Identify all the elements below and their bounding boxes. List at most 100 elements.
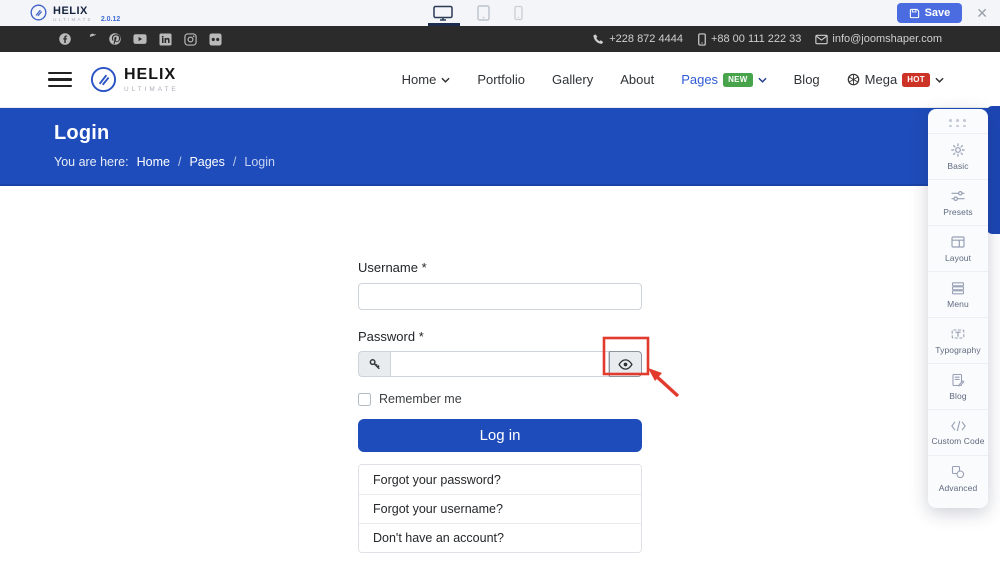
gear-icon [950,142,966,158]
username-input[interactable] [358,283,642,310]
panel-item-label: Typography [935,345,980,355]
breadcrumb-home[interactable]: Home [137,155,170,169]
version-label: 2.0.12 [101,16,120,24]
panel-item-basic[interactable]: Basic [928,133,988,179]
save-button[interactable]: Save [897,3,963,23]
menu-item-pages[interactable]: Pages NEW [681,72,766,87]
contact-info: +228 872 4444 +88 00 111 222 33 info@joo… [593,33,942,46]
menu-list-icon [950,280,966,296]
new-badge: NEW [723,73,753,87]
menu-label: Home [402,72,437,87]
email-contact[interactable]: info@joomshaper.com [815,33,942,45]
login-button[interactable]: Log in [358,419,642,452]
site-brand-name: HELIX [124,66,176,83]
chevron-down-icon [758,77,767,83]
brand-name: HELIX [53,5,88,17]
save-label: Save [925,7,951,19]
tablet-preview-button[interactable] [476,0,491,26]
facebook-icon[interactable] [58,32,72,46]
breadcrumb-separator: / [233,155,236,169]
flickr-icon[interactable] [208,32,222,46]
breadcrumb-login: Login [244,155,275,169]
remember-me-checkbox[interactable] [358,393,371,406]
show-password-button[interactable] [609,351,642,377]
panel-item-label: Menu [947,299,969,309]
breadcrumb: You are here: Home / Pages / Login [54,155,1000,169]
menu-item-home[interactable]: Home [402,72,451,87]
site-navbar: HELIX ULTIMATE Home Portfolio Gallery Ab… [0,52,1000,108]
panel-item-menu[interactable]: Menu [928,271,988,317]
panel-dock-strip [987,106,1000,234]
main-menu: Home Portfolio Gallery About Pages NEW B… [402,72,944,87]
site-logo[interactable]: HELIX ULTIMATE [90,66,179,93]
typography-icon [950,326,966,342]
menu-item-about[interactable]: About [620,72,654,87]
menu-item-mega[interactable]: Mega HOT [847,72,944,87]
brand-subtitle: ULTIMATE [53,19,93,24]
panel-item-label: Blog [949,391,966,401]
customizer-topbar: HELIX ULTIMATE 2.0.12 [0,0,1000,26]
mobile-icon [513,4,524,22]
instagram-icon[interactable] [183,32,197,46]
email-icon [815,34,828,45]
password-label: Password * [358,329,642,344]
breadcrumb-separator: / [178,155,181,169]
pinterest-icon[interactable] [108,32,122,46]
site-logo-icon [90,66,117,93]
desktop-preview-button[interactable] [432,0,454,26]
forgot-username-link[interactable]: Forgot your username? [359,494,641,523]
eye-icon [618,359,633,370]
save-icon [909,8,920,19]
panel-item-blog[interactable]: Blog [928,363,988,409]
offcanvas-menu-icon[interactable] [48,72,72,87]
panel-item-typography[interactable]: Typography [928,317,988,363]
social-links [58,32,222,46]
site-brand-subtitle: ULTIMATE [124,86,179,93]
mobile-number: +88 00 111 222 33 [711,33,801,45]
device-preview-switcher [432,0,524,26]
mobile-contact[interactable]: +88 00 111 222 33 [697,33,801,46]
remember-me-label: Remember me [379,392,462,406]
account-links: Forgot your password? Forgot your userna… [358,464,642,553]
phone-number: +228 872 4444 [609,33,683,45]
panel-item-presets[interactable]: Presets [928,179,988,225]
panel-item-label: Custom Code [931,436,984,446]
panel-item-label: Layout [945,253,971,263]
menu-item-portfolio[interactable]: Portfolio [477,72,525,87]
login-form: Username * Password * Remember me Log in… [358,186,642,553]
custom-code-icon [950,419,967,433]
youtube-icon[interactable] [133,32,147,46]
menu-label: About [620,72,654,87]
twitter-icon[interactable] [83,32,97,46]
remember-me-row: Remember me [358,392,642,406]
panel-item-layout[interactable]: Layout [928,225,988,271]
chevron-down-icon [935,77,944,83]
helix-brand: HELIX ULTIMATE 2.0.12 [30,2,120,24]
panel-item-custom-code[interactable]: Custom Code [928,409,988,455]
chevron-down-icon [441,77,450,83]
breadcrumb-pages[interactable]: Pages [189,155,224,169]
key-icon [368,357,382,371]
close-icon[interactable]: ✕ [976,6,988,20]
main-content: Username * Password * Remember me Log in… [0,186,1000,569]
tablet-icon [476,4,491,22]
menu-item-gallery[interactable]: Gallery [552,72,593,87]
phone-icon [593,33,605,45]
layout-icon [950,234,966,250]
forgot-password-link[interactable]: Forgot your password? [359,465,641,494]
create-account-link[interactable]: Don't have an account? [359,523,641,552]
panel-drag-handle[interactable] [949,119,967,127]
menu-item-blog[interactable]: Blog [794,72,820,87]
hot-badge: HOT [902,73,930,87]
desktop-icon [432,4,454,22]
linkedin-icon[interactable] [158,32,172,46]
phone-contact[interactable]: +228 872 4444 [593,33,683,45]
page-title: Login [54,122,1000,145]
mobile-preview-button[interactable] [513,0,524,26]
menu-label: Portfolio [477,72,525,87]
menu-label: Gallery [552,72,593,87]
panel-item-advanced[interactable]: Advanced [928,455,988,501]
password-input[interactable] [390,351,609,377]
panel-item-label: Basic [947,161,968,171]
panel-item-label: Presets [943,207,973,217]
